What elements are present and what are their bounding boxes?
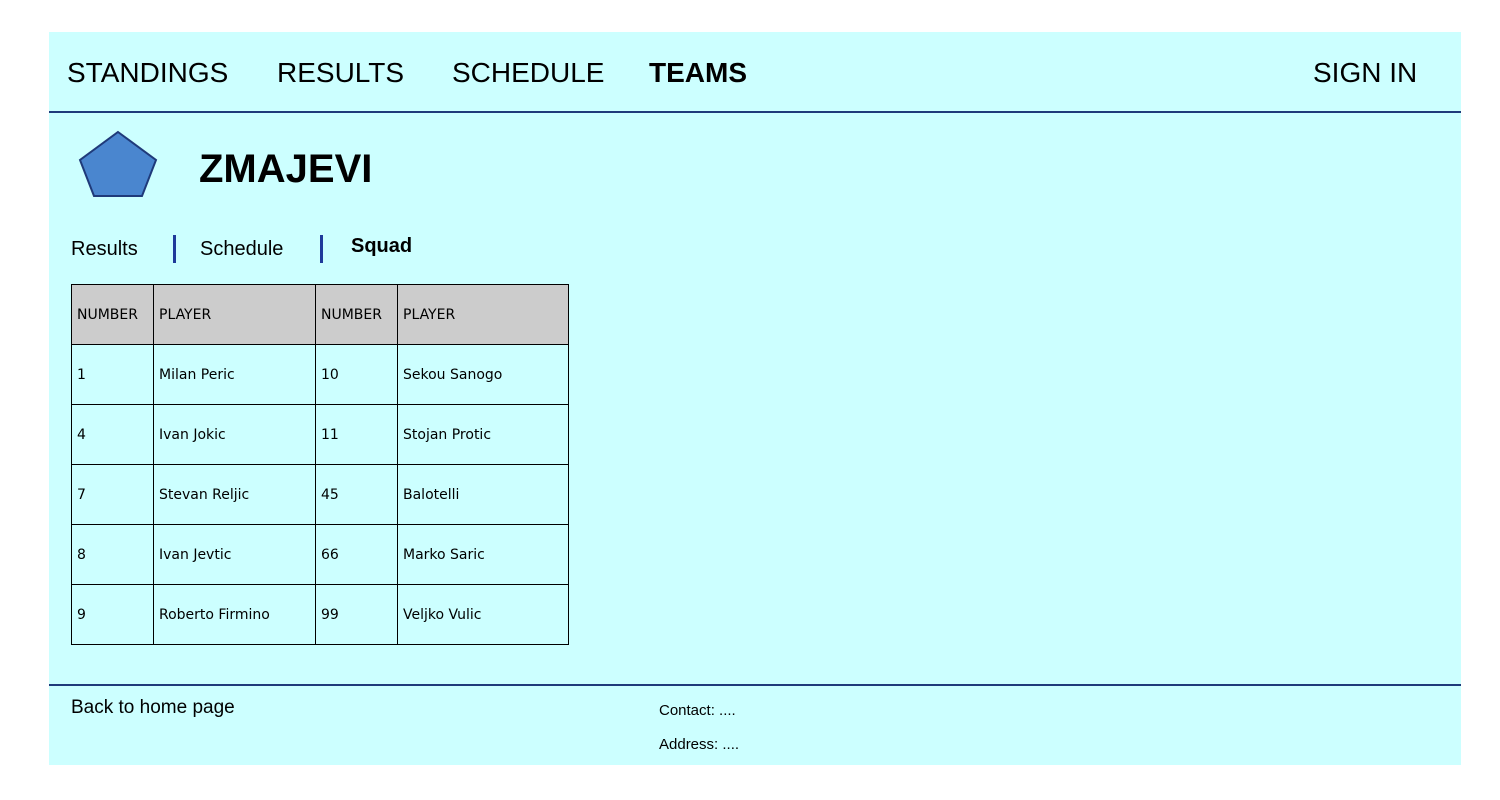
subnav-separator [320, 235, 323, 263]
table-row: 7 Stevan Reljic 45 Balotelli [71, 464, 569, 525]
player-name: Marko Saric [397, 524, 569, 585]
subnav-squad[interactable]: Squad [351, 234, 412, 258]
subnav-schedule[interactable]: Schedule [200, 237, 283, 261]
nav-results[interactable]: RESULTS [277, 56, 404, 90]
player-name: Roberto Firmino [153, 584, 316, 645]
player-name: Sekou Sanogo [397, 344, 569, 405]
player-name: Stojan Protic [397, 404, 569, 465]
table-row: 1 Milan Peric 10 Sekou Sanogo [71, 344, 569, 405]
player-name: Ivan Jevtic [153, 524, 316, 585]
player-name: Stevan Reljic [153, 464, 316, 525]
player-number: 99 [315, 584, 398, 645]
table-row: 9 Roberto Firmino 99 Veljko Vulic [71, 584, 569, 645]
player-number: 45 [315, 464, 398, 525]
player-name: Veljko Vulic [397, 584, 569, 645]
player-number: 8 [71, 524, 154, 585]
player-number: 7 [71, 464, 154, 525]
top-navigation: STANDINGS RESULTS SCHEDULE TEAMS SIGN IN [49, 32, 1461, 112]
player-name: Balotelli [397, 464, 569, 525]
address-info: Address: .... [659, 736, 740, 753]
table-header-row: NUMBER PLAYER NUMBER PLAYER [71, 284, 569, 345]
sign-in-link[interactable]: SIGN IN [1313, 56, 1417, 90]
table-row: 4 Ivan Jokic 11 Stojan Protic [71, 404, 569, 465]
header-divider [49, 111, 1461, 113]
squad-table: NUMBER PLAYER NUMBER PLAYER 1 Milan Peri… [71, 284, 569, 645]
player-number: 10 [315, 344, 398, 405]
column-header-number: NUMBER [71, 284, 154, 345]
subnav-separator [173, 235, 176, 263]
column-header-number: NUMBER [315, 284, 398, 345]
player-number: 66 [315, 524, 398, 585]
column-header-player: PLAYER [153, 284, 316, 345]
team-name: ZMAJEVI [199, 147, 373, 191]
player-number: 1 [71, 344, 154, 405]
column-header-player: PLAYER [397, 284, 569, 345]
player-number: 11 [315, 404, 398, 465]
player-name: Milan Peric [153, 344, 316, 405]
player-number: 4 [71, 404, 154, 465]
player-number: 9 [71, 584, 154, 645]
footer-divider [49, 684, 1461, 686]
nav-teams[interactable]: TEAMS [649, 56, 747, 90]
subnav-results[interactable]: Results [71, 237, 138, 261]
pentagon-icon [78, 130, 158, 197]
nav-schedule[interactable]: SCHEDULE [452, 56, 604, 90]
table-row: 8 Ivan Jevtic 66 Marko Saric [71, 524, 569, 585]
player-name: Ivan Jokic [153, 404, 316, 465]
page-frame: STANDINGS RESULTS SCHEDULE TEAMS SIGN IN… [49, 32, 1461, 765]
nav-standings[interactable]: STANDINGS [67, 56, 228, 90]
back-to-home-link[interactable]: Back to home page [71, 697, 235, 719]
contact-info: Contact: .... [659, 702, 736, 719]
